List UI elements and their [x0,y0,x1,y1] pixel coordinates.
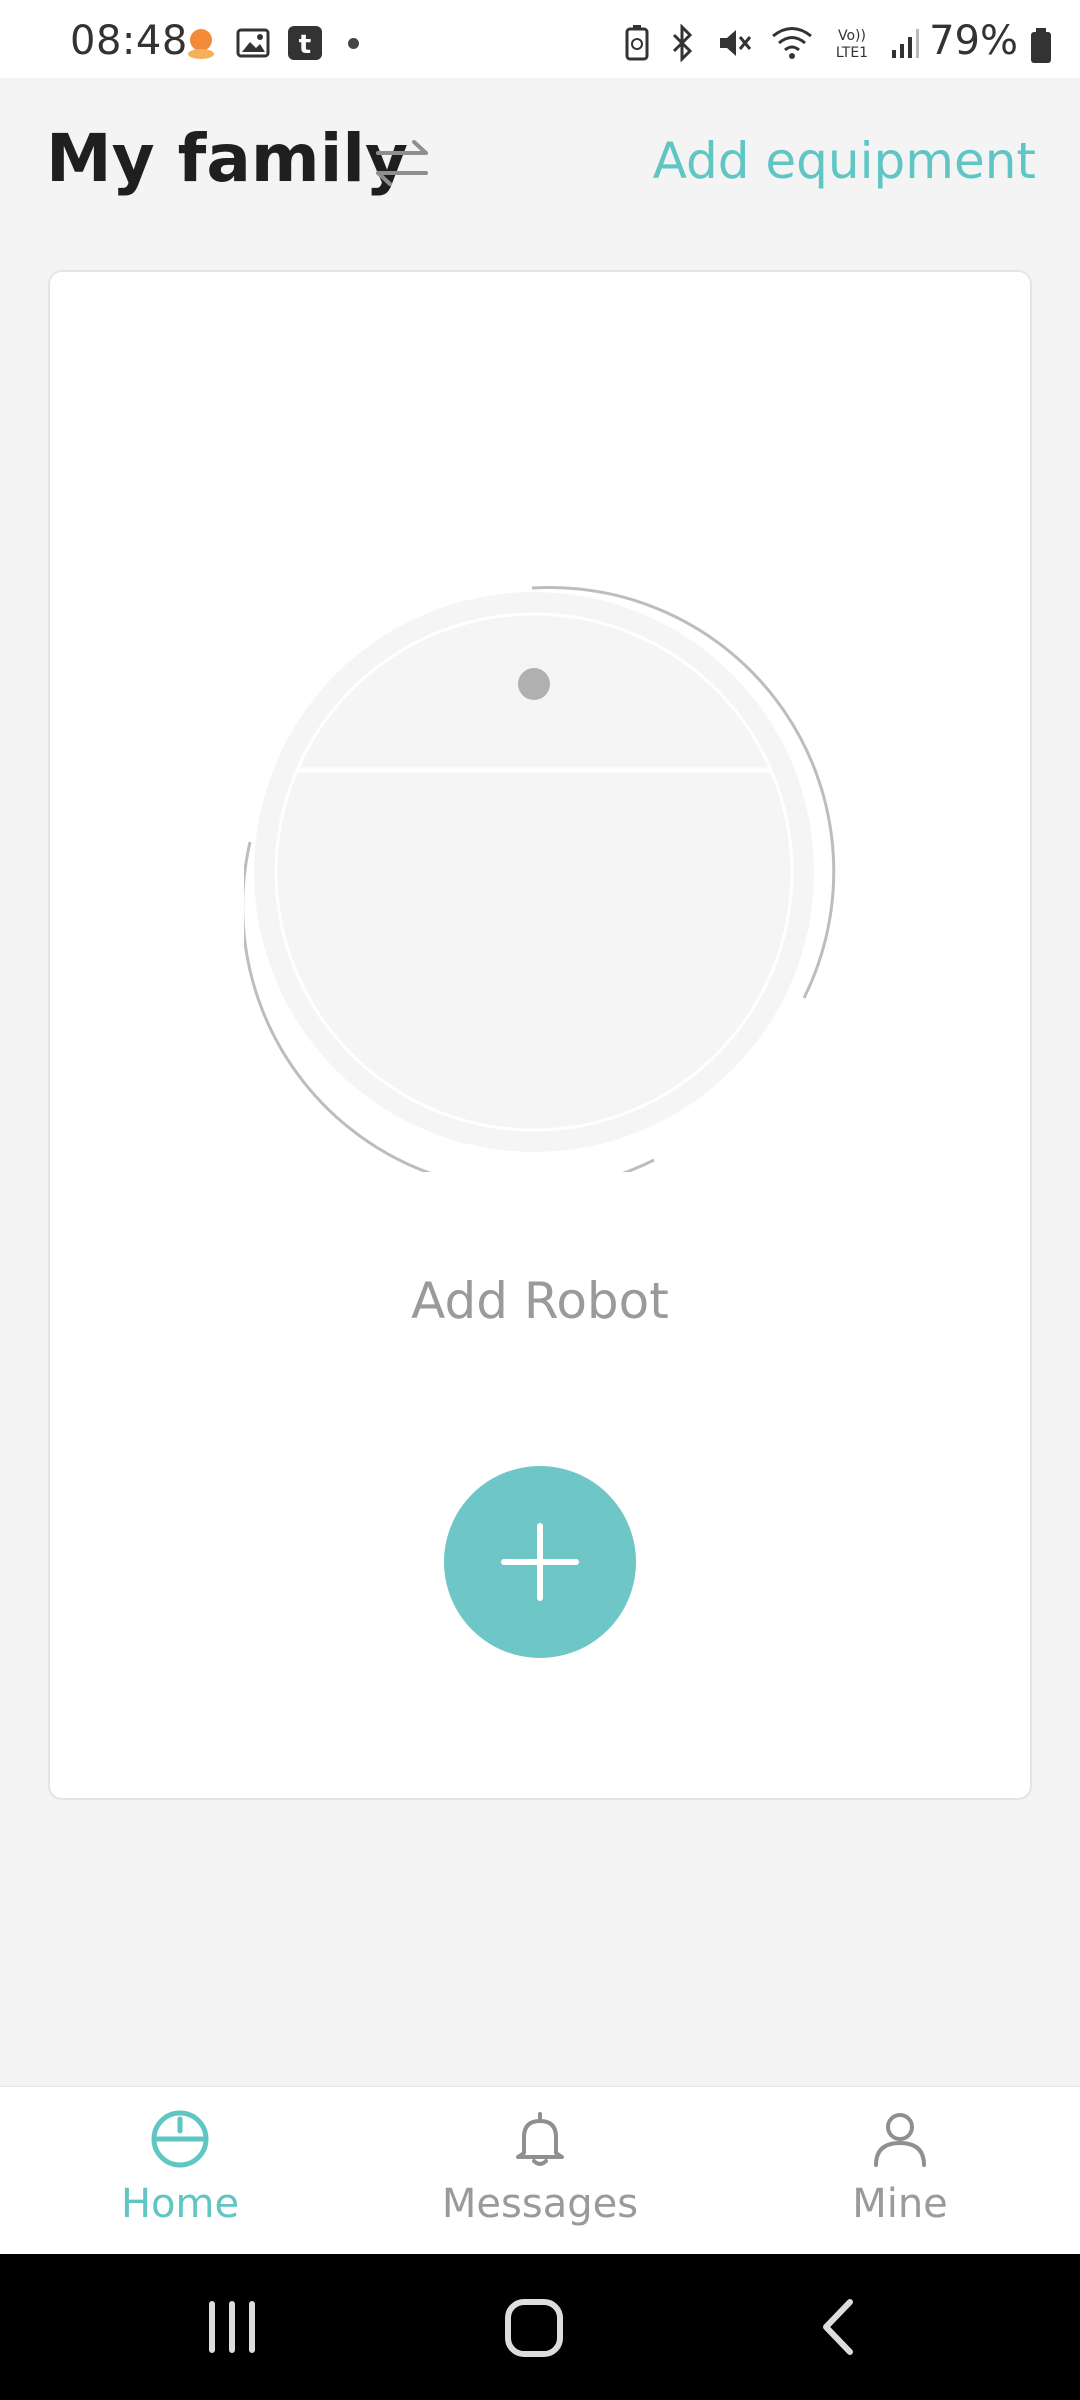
add-equipment-link[interactable]: Add equipment [653,132,1036,190]
battery-saver-icon [625,25,649,61]
robot-vacuum-icon [244,585,836,1172]
svg-text:t: t [299,30,311,60]
person-icon [874,2113,926,2167]
lte-icon: Vo)) LTE1 [836,28,868,61]
mute-icon [720,30,752,56]
nav-label-mine: Mine [852,2181,948,2227]
nav-label-home: Home [120,2181,240,2227]
home-system-icon[interactable] [494,2294,574,2360]
bottom-navigation: Home Messages Mine [0,2086,1080,2255]
battery-percent: 79% [929,18,1018,64]
system-navigation-bar [0,2254,1080,2400]
status-right-icons: Vo)) LTE1 [624,24,920,62]
signal-icon [892,29,919,58]
plus-icon [501,1523,579,1601]
recents-icon[interactable] [192,2294,272,2360]
orange-app-icon [188,29,214,59]
nav-item-home[interactable]: Home [0,2087,360,2255]
nav-item-mine[interactable]: Mine [720,2087,1080,2255]
svg-text:LTE1: LTE1 [836,45,868,61]
battery-icon [1031,28,1051,63]
bell-icon [516,2112,564,2166]
svg-text:Vo)): Vo)) [838,28,866,44]
nav-item-messages[interactable]: Messages [360,2087,720,2255]
gallery-icon [236,28,270,58]
tumblr-icon: t [288,26,322,60]
status-left-icons: t [182,24,359,62]
notification-dot-icon [348,37,359,49]
add-robot-label: Add Robot [411,1272,669,1330]
status-time: 08:48 [70,18,188,64]
nav-label-messages: Messages [441,2181,639,2227]
switch-family-icon[interactable] [372,136,432,190]
back-icon[interactable] [800,2294,880,2360]
robot-home-icon [151,2110,209,2168]
wifi-icon [772,27,812,59]
add-robot-card: Add Robot [48,270,1032,1800]
status-bar: 08:48 t Vo)) LTE1 79% [0,0,1080,78]
bluetooth-icon [672,24,693,62]
add-robot-button[interactable] [444,1466,636,1658]
page-title: My family [46,120,408,197]
